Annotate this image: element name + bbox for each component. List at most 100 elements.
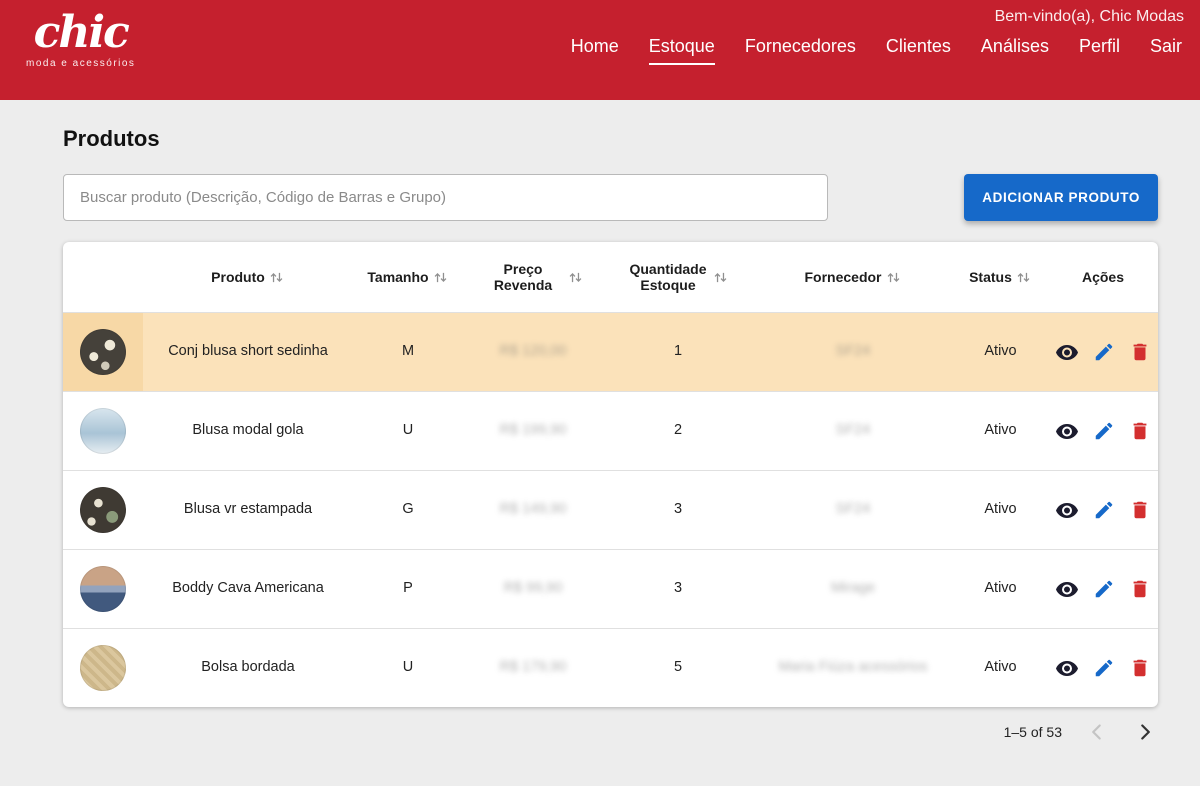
sort-icon[interactable] — [712, 269, 729, 286]
nav-clientes[interactable]: Clientes — [886, 36, 951, 65]
main-nav: Home Estoque Fornecedores Clientes Análi… — [571, 36, 1182, 65]
edit-button[interactable] — [1093, 656, 1115, 680]
sort-icon[interactable] — [432, 269, 449, 286]
column-header-preco[interactable]: Preço Revenda — [463, 261, 603, 293]
edit-button[interactable] — [1093, 577, 1115, 601]
column-header-produto[interactable]: Produto — [143, 269, 353, 286]
product-quantity: 5 — [603, 658, 753, 678]
pencil-icon — [1093, 499, 1115, 521]
chevron-left-icon — [1084, 719, 1110, 745]
column-header-label: Fornecedor — [804, 269, 881, 285]
product-price: R$ 199,90 — [463, 421, 603, 441]
status-badge: Ativo — [953, 658, 1048, 678]
pagination: 1–5 of 53 — [63, 719, 1158, 745]
product-size: P — [353, 579, 463, 599]
product-name: Boddy Cava Americana — [143, 579, 353, 599]
view-button[interactable] — [1055, 340, 1079, 364]
nav-perfil[interactable]: Perfil — [1079, 36, 1120, 65]
trash-icon — [1129, 657, 1151, 679]
nav-analises[interactable]: Análises — [981, 36, 1049, 65]
status-badge: Ativo — [953, 342, 1048, 362]
product-thumbnail — [80, 645, 126, 691]
column-header-tamanho[interactable]: Tamanho — [353, 269, 463, 286]
column-header-label: Quantidade Estoque — [627, 261, 709, 293]
delete-button[interactable] — [1129, 577, 1151, 601]
product-price: R$ 149,90 — [463, 500, 603, 520]
sort-icon[interactable] — [268, 269, 285, 286]
product-supplier: SF24 — [753, 500, 953, 520]
eye-icon — [1055, 656, 1079, 680]
product-size: U — [353, 421, 463, 441]
product-thumbnail — [80, 408, 126, 454]
column-header-quantidade[interactable]: Quantidade Estoque — [603, 261, 753, 293]
table-row[interactable]: Boddy Cava Americana P R$ 99,90 3 Mirage… — [63, 549, 1158, 628]
status-badge: Ativo — [953, 500, 1048, 520]
delete-button[interactable] — [1129, 340, 1151, 364]
product-supplier: SF24 — [753, 421, 953, 441]
product-name: Blusa vr estampada — [143, 500, 353, 520]
product-thumbnail — [80, 566, 126, 612]
sort-icon[interactable] — [885, 269, 902, 286]
search-input[interactable] — [63, 174, 828, 221]
column-header-label: Produto — [211, 269, 265, 285]
view-button[interactable] — [1055, 419, 1079, 443]
next-page-button[interactable] — [1132, 719, 1158, 745]
column-header-status[interactable]: Status — [953, 269, 1048, 286]
product-thumbnail — [80, 329, 126, 375]
logo-subtitle: moda e acessórios — [26, 58, 135, 69]
product-price: R$ 120,00 — [463, 342, 603, 362]
product-size: U — [353, 658, 463, 678]
column-header-fornecedor[interactable]: Fornecedor — [753, 269, 953, 286]
main-content: Produtos ADICIONAR PRODUTO Produto Taman… — [0, 100, 1200, 745]
product-quantity: 3 — [603, 579, 753, 599]
eye-icon — [1055, 419, 1079, 443]
welcome-message: Bem-vindo(a), Chic Modas — [995, 8, 1184, 26]
delete-button[interactable] — [1129, 419, 1151, 443]
table-row[interactable]: Conj blusa short sedinha M R$ 120,00 1 S… — [63, 312, 1158, 391]
product-price: R$ 179,90 — [463, 658, 603, 678]
view-button[interactable] — [1055, 498, 1079, 522]
delete-button[interactable] — [1129, 498, 1151, 522]
product-price: R$ 99,90 — [463, 579, 603, 599]
view-button[interactable] — [1055, 577, 1079, 601]
edit-button[interactable] — [1093, 419, 1115, 443]
edit-button[interactable] — [1093, 340, 1115, 364]
page-title: Produtos — [63, 126, 1158, 152]
nav-sair[interactable]: Sair — [1150, 36, 1182, 65]
table-row[interactable]: Blusa modal gola U R$ 199,90 2 SF24 Ativ… — [63, 391, 1158, 470]
nav-estoque[interactable]: Estoque — [649, 36, 715, 65]
product-quantity: 3 — [603, 500, 753, 520]
delete-button[interactable] — [1129, 656, 1151, 680]
product-supplier: Mirage — [753, 579, 953, 599]
sort-icon[interactable] — [1015, 269, 1032, 286]
trash-icon — [1129, 578, 1151, 600]
sort-icon[interactable] — [567, 269, 584, 286]
app-header: chic moda e acessórios Bem-vindo(a), Chi… — [0, 0, 1200, 100]
previous-page-button[interactable] — [1084, 719, 1110, 745]
pencil-icon — [1093, 341, 1115, 363]
table-row[interactable]: Blusa vr estampada G R$ 149,90 3 SF24 At… — [63, 470, 1158, 549]
product-thumbnail — [80, 487, 126, 533]
product-supplier: Maria Fiúza acessórios — [753, 658, 953, 678]
add-product-button[interactable]: ADICIONAR PRODUTO — [964, 174, 1158, 221]
edit-button[interactable] — [1093, 498, 1115, 522]
column-header-acoes: Ações — [1048, 269, 1158, 285]
nav-fornecedores[interactable]: Fornecedores — [745, 36, 856, 65]
product-name: Blusa modal gola — [143, 421, 353, 441]
table-row[interactable]: Bolsa bordada U R$ 179,90 5 Maria Fiúza … — [63, 628, 1158, 707]
product-name: Bolsa bordada — [143, 658, 353, 678]
column-header-label: Ações — [1082, 269, 1124, 285]
eye-icon — [1055, 498, 1079, 522]
eye-icon — [1055, 577, 1079, 601]
column-header-label: Tamanho — [367, 269, 428, 285]
pencil-icon — [1093, 657, 1115, 679]
brand-logo[interactable]: chic moda e acessórios — [26, 10, 135, 69]
nav-home[interactable]: Home — [571, 36, 619, 65]
status-badge: Ativo — [953, 421, 1048, 441]
toolbar: ADICIONAR PRODUTO — [63, 174, 1158, 221]
product-quantity: 2 — [603, 421, 753, 441]
eye-icon — [1055, 340, 1079, 364]
view-button[interactable] — [1055, 656, 1079, 680]
trash-icon — [1129, 499, 1151, 521]
table-header-row: Produto Tamanho Preço Revenda Quantidade… — [63, 242, 1158, 312]
